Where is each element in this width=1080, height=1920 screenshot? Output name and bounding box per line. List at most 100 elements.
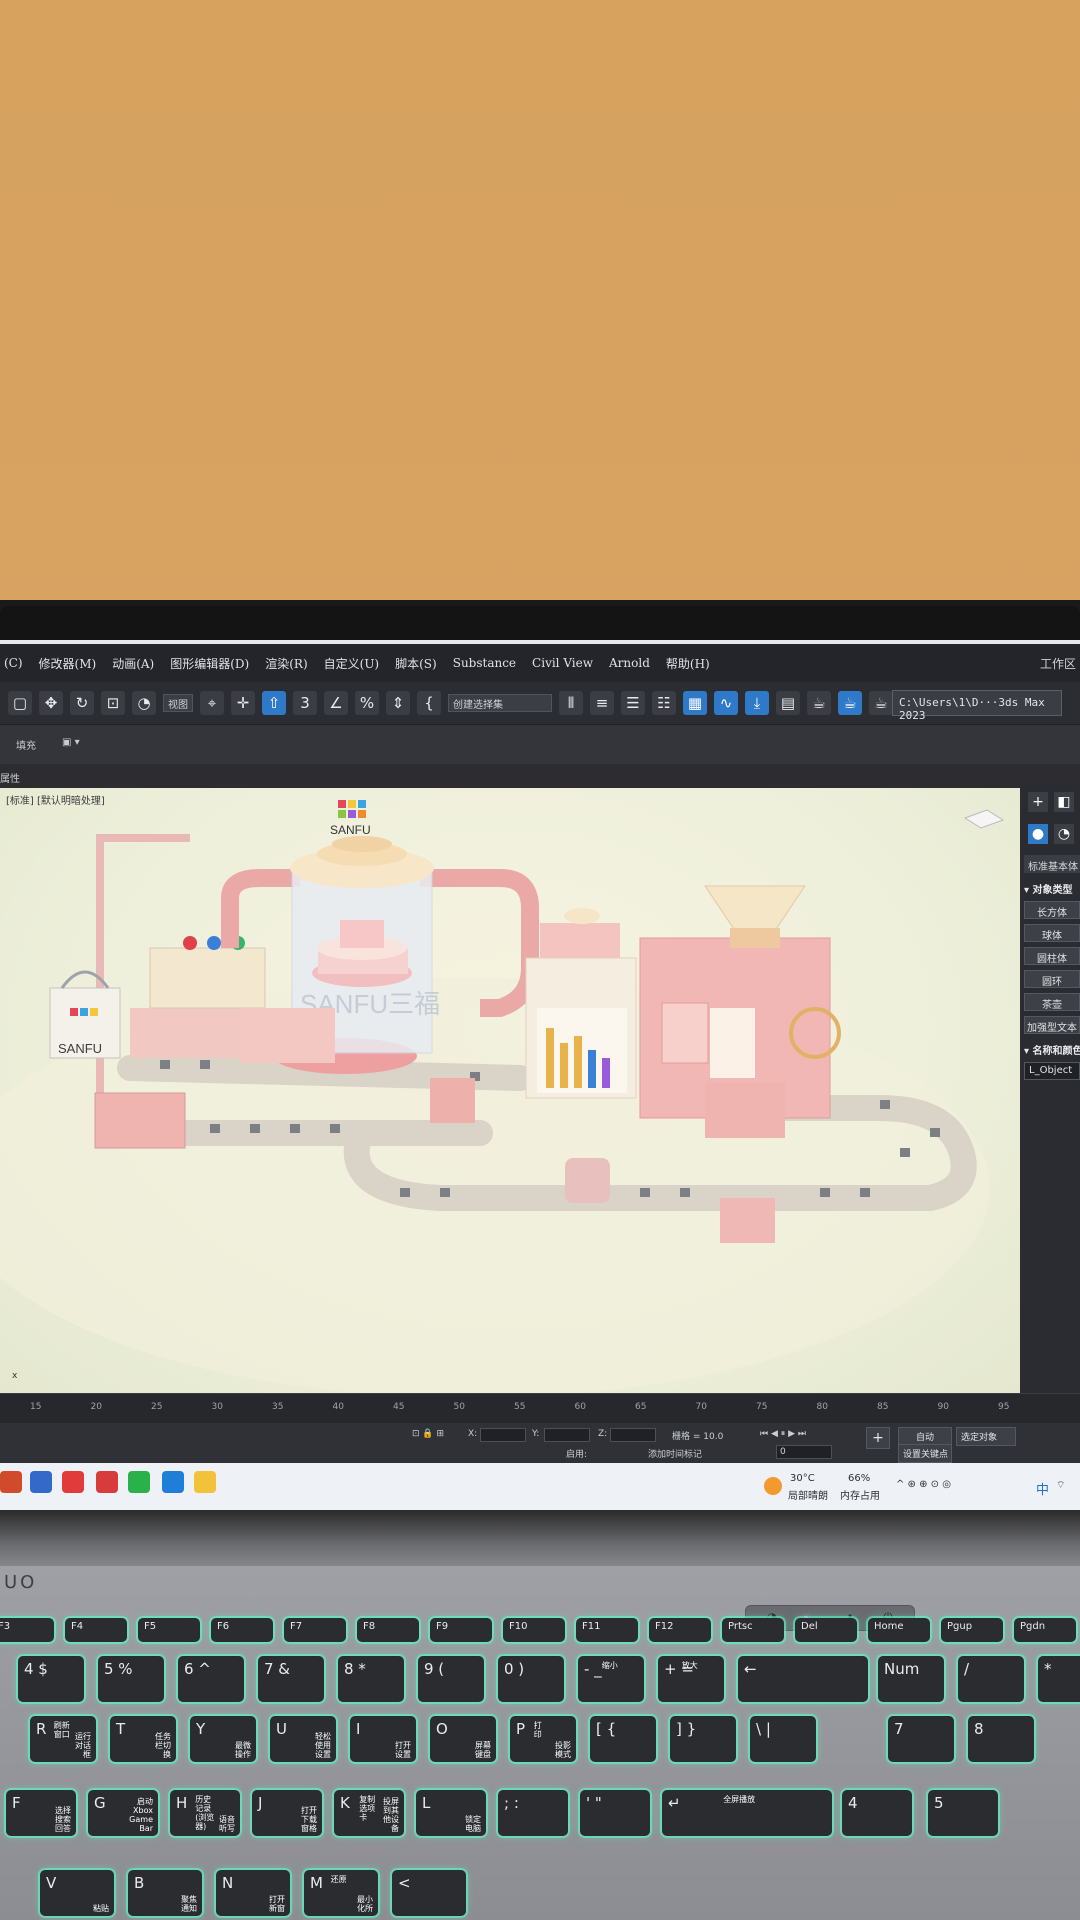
object-type-header[interactable]: ▾ 对象类型: [1024, 881, 1080, 896]
scale-icon[interactable]: ⊡: [101, 691, 125, 715]
keyboard-key[interactable]: 5: [928, 1790, 998, 1836]
keyboard-key[interactable]: 4: [842, 1790, 912, 1836]
menu-item[interactable]: 修改器(M): [39, 655, 97, 672]
keyboard-key[interactable]: H 语音 听写 历史 记录 (浏览 器): [170, 1790, 240, 1836]
keyboard-key[interactable]: 9 (: [418, 1656, 484, 1702]
percent-snap-icon[interactable]: %: [355, 691, 379, 715]
keyboard-key[interactable]: 5 %: [98, 1656, 164, 1702]
keyboard-key[interactable]: M 最小 化所 还原: [304, 1870, 378, 1916]
rotate-icon[interactable]: ↻: [70, 691, 94, 715]
wechat-icon[interactable]: [128, 1471, 150, 1493]
menu-item[interactable]: Civil View: [532, 656, 593, 670]
keyboard-key[interactable]: - _ 缩小: [578, 1656, 644, 1702]
keyboard-key[interactable]: ' ": [580, 1790, 650, 1836]
app-icon-1[interactable]: [0, 1471, 22, 1493]
curve-editor-icon[interactable]: ∿: [714, 691, 738, 715]
name-color-header[interactable]: ▾ 名称和颜色: [1024, 1042, 1080, 1057]
keyboard-key[interactable]: J 打开 下载 窗格: [252, 1790, 322, 1836]
menu-item[interactable]: (C): [4, 656, 23, 670]
keyboard-key[interactable]: Home: [868, 1618, 930, 1642]
frame-field[interactable]: 0: [776, 1445, 832, 1459]
keyboard-key[interactable]: /: [958, 1656, 1024, 1702]
object-name-field[interactable]: L_Object: [1024, 1062, 1080, 1080]
object-type-button[interactable]: 球体: [1024, 924, 1080, 942]
workspace-label[interactable]: 工作区: [1040, 655, 1080, 672]
add-key-icon[interactable]: +: [866, 1427, 890, 1449]
explorer-icon[interactable]: [194, 1471, 216, 1493]
keyboard-key[interactable]: N 打开 新窗: [216, 1870, 290, 1916]
keyboard-key[interactable]: F8: [357, 1618, 419, 1642]
snap-toggle-icon[interactable]: 3: [293, 691, 317, 715]
keyboard-key[interactable]: 7 &: [258, 1656, 324, 1702]
spinner-snap-icon[interactable]: ⇕: [386, 691, 410, 715]
select-object-icon[interactable]: ▢: [8, 691, 32, 715]
schematic-view-icon[interactable]: ⤓: [745, 691, 769, 715]
object-type-button[interactable]: 长方体: [1024, 901, 1080, 919]
keyboard-key[interactable]: F7: [284, 1618, 346, 1642]
pivot-icon[interactable]: ⌖: [200, 691, 224, 715]
menu-item[interactable]: Arnold: [609, 656, 650, 670]
shapes-icon[interactable]: ◔: [1054, 824, 1074, 844]
keyboard-key[interactable]: Prtsc: [722, 1618, 784, 1642]
primitive-type-dropdown[interactable]: 标准基本体: [1024, 855, 1080, 873]
material-editor-icon[interactable]: ▤: [776, 691, 800, 715]
keyboard-key[interactable]: F3: [0, 1618, 54, 1642]
x-coord-field[interactable]: [480, 1428, 526, 1442]
keyboard-shortcut-override-icon[interactable]: ⇧: [262, 691, 286, 715]
keyboard-key[interactable]: 8 *: [338, 1656, 404, 1702]
keyboard-key[interactable]: F11: [576, 1618, 638, 1642]
render-setup-icon[interactable]: ☕: [807, 691, 831, 715]
keyboard-key[interactable]: B 聚焦 通知: [128, 1870, 202, 1916]
ribbon-toggle-icon[interactable]: ▦: [683, 691, 707, 715]
keyboard-key[interactable]: F 选择 搜索 回答: [6, 1790, 76, 1836]
keyboard-key[interactable]: Num: [878, 1656, 944, 1702]
keyboard-key[interactable]: F6: [211, 1618, 273, 1642]
keyboard-key[interactable]: Pgup: [941, 1618, 1003, 1642]
keyboard-key[interactable]: F4: [65, 1618, 127, 1642]
edit-named-selection-icon[interactable]: {: [417, 691, 441, 715]
viewcube-icon[interactable]: [963, 809, 1005, 829]
keyboard-key[interactable]: 4 $: [18, 1656, 84, 1702]
create-tab-icon[interactable]: +: [1028, 792, 1048, 812]
keyboard-key[interactable]: <: [392, 1870, 466, 1916]
keyboard-key[interactable]: F9: [430, 1618, 492, 1642]
modify-tab-icon[interactable]: ◧: [1054, 792, 1074, 812]
keyboard-key[interactable]: L 锁定 电脑: [416, 1790, 486, 1836]
keyboard-key[interactable]: P 投影 模式 打 印: [510, 1716, 576, 1762]
project-path-field[interactable]: C:\Users\1\D···3ds Max 2023: [892, 690, 1062, 722]
keyboard-key[interactable]: ; :: [498, 1790, 568, 1836]
z-coord-field[interactable]: [610, 1428, 656, 1442]
menu-item[interactable]: Substance: [453, 656, 516, 670]
rendered-frame-icon[interactable]: ☕: [838, 691, 862, 715]
menu-item[interactable]: 图形编辑器(D): [170, 655, 249, 672]
ime-indicator[interactable]: 中: [1036, 1479, 1049, 1498]
placement-icon[interactable]: ◔: [132, 691, 156, 715]
angle-snap-icon[interactable]: ∠: [324, 691, 348, 715]
keyboard-key[interactable]: R 运行 对话 框刷新 窗口: [30, 1716, 96, 1762]
playback-controls[interactable]: ⏮ ◀ ⏸ ▶ ⏭: [760, 1429, 806, 1439]
keyboard-key[interactable]: V 粘贴: [40, 1870, 114, 1916]
keyboard-key[interactable]: T 任务 栏切 换: [110, 1716, 176, 1762]
keyboard-key[interactable]: Del: [795, 1618, 857, 1642]
camera-icon[interactable]: ▣ ▾: [62, 737, 80, 748]
3dsmax-icon[interactable]: [162, 1471, 184, 1493]
keyboard-key[interactable]: + = 放大: [658, 1656, 724, 1702]
mirror-icon[interactable]: ⫴: [559, 691, 583, 715]
select-manipulate-icon[interactable]: ✛: [231, 691, 255, 715]
geometry-icon[interactable]: ●: [1028, 824, 1048, 844]
keyboard-key[interactable]: K 投屏 到其 他设 备复制 选项 卡: [334, 1790, 404, 1836]
add-time-tag[interactable]: 添加时间标记: [648, 1447, 702, 1460]
keyboard-key[interactable]: I 打开 设置: [350, 1716, 416, 1762]
set-key-button[interactable]: 设置关键点: [898, 1444, 952, 1463]
menu-item[interactable]: 渲染(R): [265, 655, 307, 672]
network-icon[interactable]: ⌔: [1056, 1479, 1065, 1492]
selected-object-dropdown[interactable]: 选定对象: [956, 1427, 1016, 1446]
selection-lock-icon[interactable]: ⊡ 🔒 ⊞: [412, 1429, 444, 1439]
keyboard-key[interactable]: 6 ^: [178, 1656, 244, 1702]
align-icon[interactable]: ≡: [590, 691, 614, 715]
menu-item[interactable]: 脚本(S): [395, 655, 437, 672]
keyboard-key[interactable]: 7: [888, 1716, 954, 1762]
object-type-button[interactable]: 茶壶: [1024, 993, 1080, 1011]
pdf-icon[interactable]: [96, 1471, 118, 1493]
render-production-icon[interactable]: ☕: [869, 691, 893, 715]
